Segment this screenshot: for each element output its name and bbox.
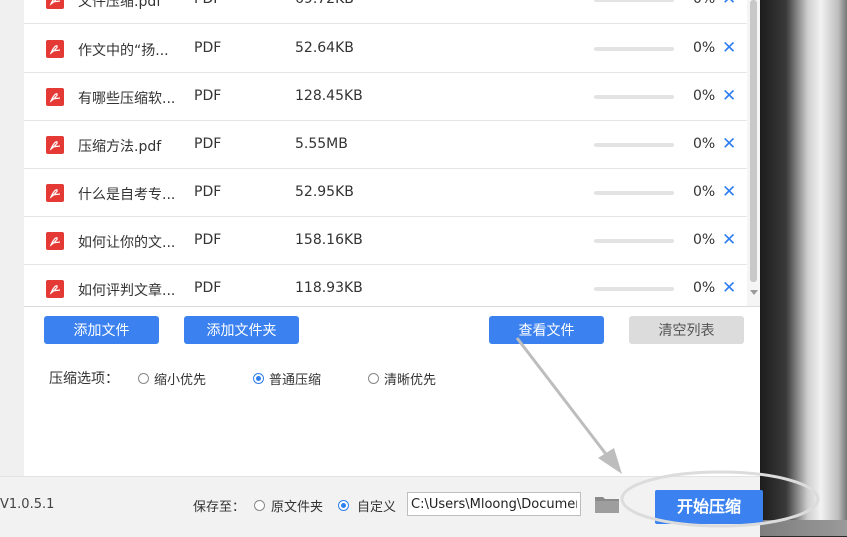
start-compress-button[interactable]: 开始压缩 (655, 490, 763, 524)
radio-smaller-first[interactable] (138, 373, 149, 384)
pdf-icon (46, 88, 64, 106)
file-name: 如何评判文章... (78, 283, 176, 299)
file-name: 什么是自考专... (78, 187, 176, 203)
file-name: 压缩方法.pdf (78, 139, 162, 155)
file-size: 158.16KB (295, 232, 363, 248)
file-size: 128.45KB (295, 88, 363, 104)
option-normal-compress-label[interactable]: 普通压缩 (269, 369, 321, 388)
file-name: 有哪些压缩软... (78, 91, 176, 107)
save-path-input[interactable] (407, 492, 581, 516)
pdf-icon (46, 40, 64, 58)
save-original-folder-label[interactable]: 原文件夹 (271, 496, 323, 515)
progress-percent: 0% (693, 88, 716, 104)
file-row[interactable]: 什么是自考专... PDF 52.95KB 0% ✕ (24, 169, 747, 217)
pdf-icon (46, 232, 64, 250)
progress-bar (594, 191, 674, 195)
file-row[interactable]: 如何让你的文... PDF 158.16KB 0% ✕ (24, 217, 747, 265)
option-clarity-first-label[interactable]: 清晰优先 (384, 369, 436, 388)
progress-percent: 0% (693, 40, 716, 56)
progress-bar (594, 47, 674, 51)
progress-bar (594, 0, 674, 2)
option-smaller-first-label[interactable]: 缩小优先 (154, 369, 206, 388)
file-type: PDF (194, 136, 222, 152)
folder-icon[interactable] (594, 494, 620, 514)
app-window: 文件压缩.pdf PDF 69.72KB 0% ✕ 作文中的“扬... PDF 52.64KB… (0, 0, 763, 537)
file-type: PDF (194, 184, 222, 200)
file-list-scrollbar[interactable] (747, 0, 760, 306)
file-size: 52.95KB (295, 184, 354, 200)
scroll-down-arrow-icon[interactable] (750, 290, 758, 295)
save-custom-label[interactable]: 自定义 (357, 496, 396, 515)
close-icon[interactable]: ✕ (722, 38, 736, 58)
close-icon[interactable]: ✕ (722, 134, 736, 154)
close-icon[interactable]: ✕ (722, 0, 736, 9)
progress-percent: 0% (693, 136, 716, 152)
file-size: 69.72KB (295, 0, 354, 7)
scrollbar-thumb[interactable] (750, 0, 757, 282)
pdf-icon (46, 136, 64, 154)
file-name: 如何让你的文... (78, 235, 176, 251)
file-row[interactable]: 作文中的“扬... PDF 52.64KB 0% ✕ (24, 25, 747, 73)
pdf-icon (46, 280, 64, 298)
add-file-button[interactable]: 添加文件 (44, 316, 159, 344)
close-icon[interactable]: ✕ (722, 230, 736, 250)
file-size: 118.93KB (295, 280, 363, 296)
file-row[interactable]: 如何评判文章... PDF 118.93KB 0% ✕ (24, 265, 747, 306)
file-name: 文件压缩.pdf (78, 0, 162, 10)
view-files-button[interactable]: 查看文件 (489, 316, 604, 344)
pdf-icon (46, 184, 64, 202)
compress-options-label: 压缩选项： (49, 371, 119, 387)
file-type: PDF (194, 40, 222, 56)
pdf-icon (46, 0, 64, 9)
file-row[interactable]: 有哪些压缩软... PDF 128.45KB 0% ✕ (24, 73, 747, 121)
clear-list-button[interactable]: 清空列表 (629, 316, 744, 344)
version-label: V1.0.5.1 (0, 497, 55, 512)
radio-clarity-first[interactable] (368, 373, 379, 384)
progress-percent: 0% (693, 232, 716, 248)
file-row[interactable]: 文件压缩.pdf PDF 69.72KB 0% ✕ (24, 0, 747, 24)
save-to-label: 保存至： (193, 500, 246, 515)
file-type: PDF (194, 280, 222, 296)
file-type: PDF (194, 0, 221, 7)
progress-percent: 0% (693, 0, 715, 7)
file-name: 作文中的“扬... (78, 43, 169, 59)
file-list: 文件压缩.pdf PDF 69.72KB 0% ✕ 作文中的“扬... PDF 52.64KB… (24, 0, 760, 307)
close-icon[interactable]: ✕ (722, 182, 736, 202)
file-row[interactable]: 压缩方法.pdf PDF 5.55MB 0% ✕ (24, 121, 747, 169)
radio-custom-folder[interactable] (338, 500, 349, 511)
radio-original-folder[interactable] (254, 500, 265, 511)
close-icon[interactable]: ✕ (722, 86, 736, 106)
radio-normal-compress[interactable] (253, 373, 264, 384)
file-type: PDF (194, 88, 222, 104)
progress-bar (594, 95, 674, 99)
progress-bar (594, 287, 674, 291)
progress-percent: 0% (693, 280, 716, 296)
progress-percent: 0% (693, 184, 716, 200)
add-folder-button[interactable]: 添加文件夹 (184, 316, 299, 344)
progress-bar (594, 143, 674, 147)
close-icon[interactable]: ✕ (722, 278, 736, 298)
progress-bar (594, 239, 674, 243)
background-photo (760, 0, 847, 536)
file-type: PDF (194, 232, 222, 248)
file-size: 5.55MB (295, 136, 348, 152)
file-size: 52.64KB (295, 40, 354, 56)
